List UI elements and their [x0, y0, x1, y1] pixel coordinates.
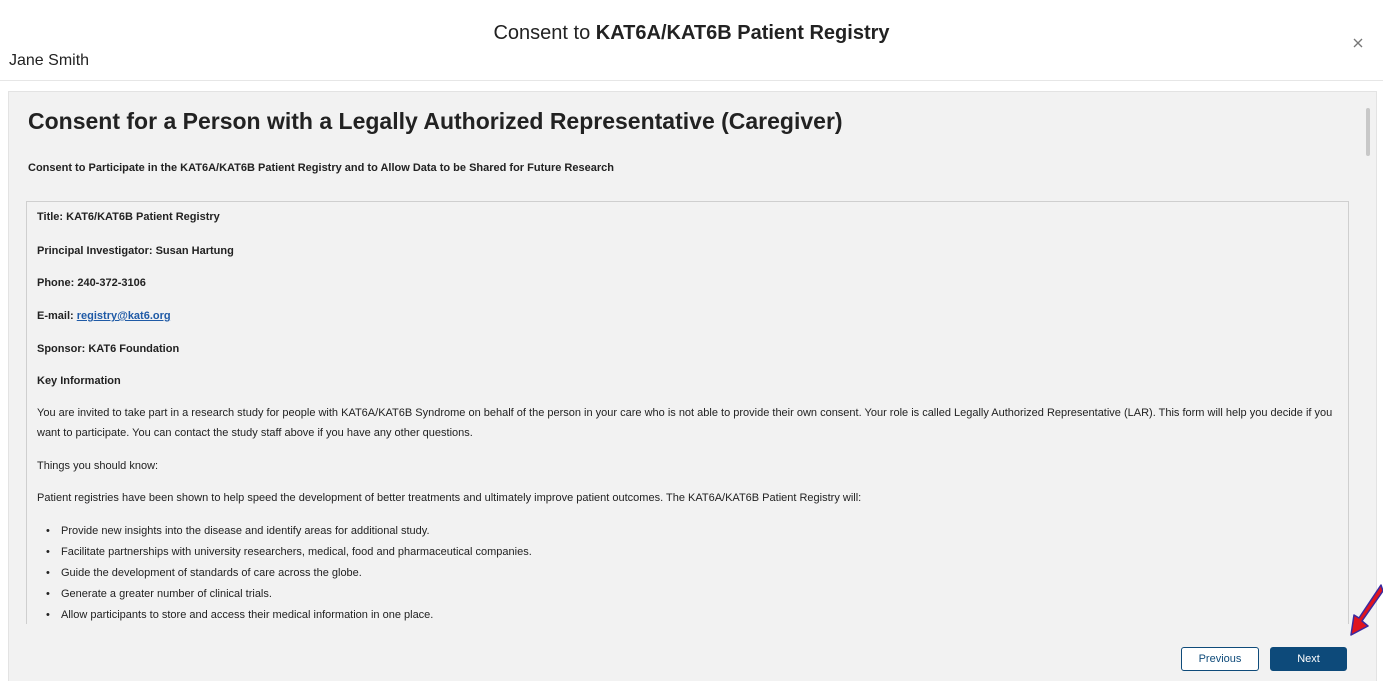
consent-heading: Consent for a Person with a Legally Auth… — [28, 108, 843, 134]
principal-investigator: Principal Investigator: Susan Hartung — [37, 245, 234, 257]
consent-document[interactable]: Title: KAT6/KAT6B Patient Registry Princ… — [26, 201, 1349, 624]
user-name: Jane Smith — [9, 52, 90, 69]
email-link[interactable]: registry@kat6.org — [77, 310, 171, 322]
close-button[interactable] — [1349, 34, 1367, 52]
registry-paragraph: Patient registries have been shown to he… — [37, 492, 862, 504]
things-to-know-heading: Things you should know: — [37, 460, 159, 472]
email-line: E-mail: registry@kat6.org — [37, 310, 171, 322]
scrollbar-thumb[interactable] — [1366, 108, 1370, 156]
phone: Phone: 240-372-3106 — [37, 277, 146, 289]
next-button[interactable]: Next — [1270, 647, 1347, 671]
modal-title: Consent to KAT6A/KAT6B Patient Registry — [493, 22, 890, 44]
red-arrow-icon — [1350, 584, 1383, 636]
study-title: Title: KAT6/KAT6B Patient Registry — [37, 211, 220, 223]
consent-panel: Consent for a Person with a Legally Auth… — [8, 91, 1377, 681]
key-information-heading: Key Information — [37, 375, 121, 387]
sponsor: Sponsor: KAT6 Foundation — [37, 343, 180, 355]
close-icon[interactable] — [1349, 34, 1367, 52]
modal-header: Consent to KAT6A/KAT6B Patient Registry … — [0, 0, 1383, 81]
previous-button[interactable]: Previous — [1181, 647, 1259, 671]
intro-paragraph: You are invited to take part in a resear… — [37, 407, 1333, 439]
consent-subheading: Consent to Participate in the KAT6A/KAT6… — [28, 162, 614, 174]
